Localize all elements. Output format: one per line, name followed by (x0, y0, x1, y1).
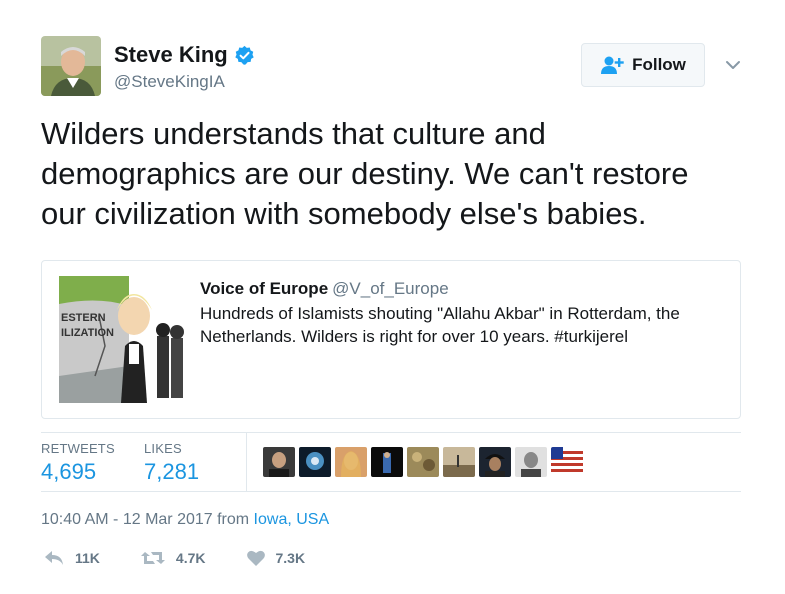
like-button[interactable]: 7.3K (246, 549, 306, 567)
author-avatar[interactable] (41, 36, 101, 96)
tweet-text-line: our civilization with somebody else's ba… (41, 196, 647, 231)
author-handle[interactable]: @SteveKingIA (114, 72, 225, 92)
stats-divider (246, 433, 247, 491)
quoted-author-handle[interactable]: @V_of_Europe (332, 279, 449, 298)
like-count: 7.3K (275, 550, 306, 566)
likes-count[interactable]: 7,281 (144, 459, 199, 485)
quoted-tweet-text: Hundreds of Islamists shouting "Allahu A… (200, 302, 720, 348)
quoted-tweet-image[interactable]: ESTERN ILIZATION (59, 276, 186, 403)
image-text-line: ESTERN (61, 312, 106, 324)
verified-badge-icon (235, 45, 254, 65)
liker-avatar[interactable] (551, 447, 583, 477)
liker-avatar[interactable] (299, 447, 331, 477)
liker-avatar[interactable] (515, 447, 547, 477)
tweet-text-line: Wilders understands that culture and (41, 116, 546, 151)
chevron-down-icon[interactable] (724, 57, 742, 73)
reply-icon (45, 551, 63, 565)
quoted-tweet-header: Voice of Europe @V_of_Europe (200, 279, 449, 299)
liker-avatar[interactable] (263, 447, 295, 477)
add-user-icon (601, 56, 624, 74)
retweet-icon (140, 552, 165, 564)
image-text-line: ILIZATION (61, 327, 114, 339)
quoted-tweet-card[interactable]: ESTERN ILIZATION Voice of Europe @V_of_Eu… (41, 260, 741, 419)
likers-avatars (263, 447, 583, 477)
quoted-author-name[interactable]: Voice of Europe (200, 279, 328, 298)
retweets-label: RETWEETS (41, 441, 115, 456)
tweet-timestamp: 10:40 AM - 12 Mar 2017 from Iowa, USA (41, 511, 329, 529)
reply-button[interactable]: 11K (43, 549, 100, 567)
retweets-count[interactable]: 4,695 (41, 459, 96, 485)
tweet-text: Wilders understands that culture and dem… (41, 114, 761, 234)
tweet-text-line: demographics are our destiny. We can't r… (41, 156, 689, 191)
liker-avatar[interactable] (407, 447, 439, 477)
divider (41, 491, 741, 492)
quoted-text-line: Hundreds of Islamists shouting "Allahu A… (200, 304, 680, 323)
location-link[interactable]: Iowa, USA (254, 511, 330, 528)
retweet-button[interactable]: 4.7K (140, 549, 206, 567)
author-name[interactable]: Steve King (114, 42, 255, 68)
heart-icon (246, 550, 265, 566)
liker-avatar[interactable] (335, 447, 367, 477)
tweet-actions: 11K 4.7K 7.3K (43, 549, 345, 567)
follow-button-label: Follow (632, 55, 686, 74)
timestamp-text[interactable]: 10:40 AM - 12 Mar 2017 from (41, 511, 254, 528)
likes-label: LIKES (144, 441, 182, 456)
liker-avatar[interactable] (443, 447, 475, 477)
divider (41, 432, 741, 433)
retweet-count: 4.7K (175, 550, 206, 566)
liker-avatar[interactable] (371, 447, 403, 477)
liker-avatar[interactable] (479, 447, 511, 477)
quoted-text-line: Netherlands. Wilders is right for over 1… (200, 327, 628, 346)
follow-button[interactable]: Follow (581, 43, 705, 87)
author-name-text[interactable]: Steve King (114, 42, 228, 68)
reply-count: 11K (75, 550, 100, 566)
